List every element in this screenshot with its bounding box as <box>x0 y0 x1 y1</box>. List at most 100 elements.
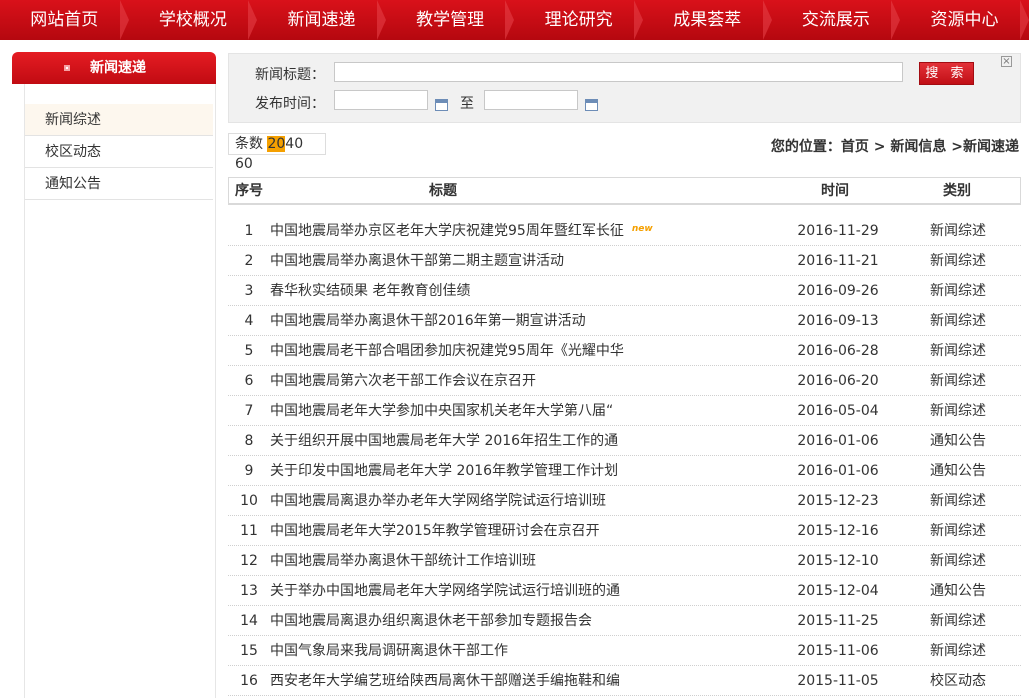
row-number: 3 <box>244 283 254 299</box>
square-bullet-icon <box>64 65 70 71</box>
nav-school-overview[interactable]: 学校概况 <box>129 0 258 40</box>
table-row: 4 中国地震局举办离退休干部2016年第一期宣讲活动 2016-09-13 新闻综述 <box>228 306 1021 336</box>
news-date: 2015-11-06 <box>797 643 879 659</box>
table-row: 2 中国地震局举办离退休干部第二期主题宣讲活动 2016-11-21 新闻综述 <box>228 246 1021 276</box>
news-title-link[interactable]: 中国地震局老干部合唱团参加庆祝建党95周年《光耀中华 <box>270 336 770 366</box>
news-date: 2016-09-26 <box>797 283 879 299</box>
table-row: 8 关于组织开展中国地震局老年大学 2016年招生工作的通 2016-01-06 通知… <box>228 426 1021 456</box>
news-date: 2016-01-06 <box>797 463 879 479</box>
table-row: 15 中国气象局来我局调研离退休干部工作 2015-11-06 新闻综述 <box>228 636 1021 666</box>
start-date-input[interactable] <box>334 90 428 110</box>
news-date: 2016-06-20 <box>797 373 879 389</box>
calendar-icon[interactable] <box>585 99 598 111</box>
news-title-link[interactable]: 中国地震局举办离退休干部第二期主题宣讲活动 <box>270 246 770 276</box>
table-row: 12 中国地震局举办离退休干部统计工作培训班 2015-12-10 新闻综述 <box>228 546 1021 576</box>
row-number: 6 <box>244 373 254 389</box>
news-date: 2015-12-23 <box>797 493 879 509</box>
news-date: 2015-12-10 <box>797 553 879 569</box>
row-number: 7 <box>244 403 254 419</box>
news-date: 2015-11-25 <box>797 613 879 629</box>
search-panel: 新闻标题： 发布时间： 至 搜 索 × <box>228 53 1021 123</box>
row-number: 5 <box>244 343 254 359</box>
end-date-input[interactable] <box>484 90 578 110</box>
breadcrumb: 您的位置：首页 > 新闻信息 >新闻速递 <box>770 139 1019 155</box>
nav-home[interactable]: 网站首页 <box>0 0 129 40</box>
column-category: 类别 <box>943 183 971 199</box>
news-title-link[interactable]: 关于印发中国地震局老年大学 2016年教学管理工作计划 <box>270 456 770 486</box>
news-title-link[interactable]: 中国地震局离退办组织离退休老干部参加专题报告会 <box>270 606 770 636</box>
news-date: 2015-12-16 <box>797 523 879 539</box>
news-title-link[interactable]: 关于举办中国地震局老年大学网络学院试运行培训班的通 <box>270 576 770 606</box>
table-row: 5 中国地震局老干部合唱团参加庆祝建党95周年《光耀中华 2016-06-28 新闻综… <box>228 336 1021 366</box>
row-number: 1 <box>244 223 254 239</box>
sidebar-item-campus-news[interactable]: 校区动态 <box>25 136 213 168</box>
page-size-option-40[interactable]: 40 <box>285 136 303 152</box>
news-date: 2016-05-04 <box>797 403 879 419</box>
column-title: 标题 <box>429 183 457 199</box>
calendar-icon[interactable] <box>435 99 448 111</box>
news-title-link[interactable]: 中国地震局离退办举办老年大学网络学院试运行培训班 <box>270 486 770 516</box>
nav-teaching[interactable]: 教学管理 <box>386 0 515 40</box>
table-row: 14 中国地震局离退办组织离退休老干部参加专题报告会 2015-11-25 新闻综述 <box>228 606 1021 636</box>
publish-date-label: 发布时间： <box>255 96 325 112</box>
table-row: 11 中国地震局老年大学2015年教学管理研讨会在京召开 2015-12-16 新闻综… <box>228 516 1021 546</box>
sidebar-title: 新闻速递 <box>90 60 146 76</box>
news-category: 新闻综述 <box>930 253 986 269</box>
row-number: 9 <box>244 463 254 479</box>
row-number: 12 <box>240 553 258 569</box>
sidebar-header: 新闻速递 <box>12 52 216 84</box>
column-no: 序号 <box>235 183 263 199</box>
news-title-link[interactable]: 中国地震局举办离退休干部2016年第一期宣讲活动 <box>270 306 770 336</box>
news-title-link[interactable]: 中国地震局举办京区老年大学庆祝建党95周年暨红军长征 <box>270 216 770 246</box>
news-title-link[interactable]: 中国地震局举办离退休干部统计工作培训班 <box>270 546 770 576</box>
page-size-option-20[interactable]: 20 <box>267 136 286 152</box>
page-size-selector: 条数 2040 60 <box>228 133 326 172</box>
table-row: 1 中国地震局举办京区老年大学庆祝建党95周年暨红军长征 new 2016-11-29… <box>228 216 1021 246</box>
row-number: 11 <box>240 523 258 539</box>
table-row: 7 中国地震局老年大学参加中央国家机关老年大学第八届“ 2016-05-04 新闻综述 <box>228 396 1021 426</box>
table-row: 3 春华秋实结硕果 老年教育创佳绩 2016-09-26 新闻综述 <box>228 276 1021 306</box>
row-number: 10 <box>240 493 258 509</box>
news-category: 新闻综述 <box>930 313 986 329</box>
table-row: 13 关于举办中国地震局老年大学网络学院试运行培训班的通 2015-12-04 通知公… <box>228 576 1021 606</box>
news-category: 校区动态 <box>930 673 986 689</box>
news-date: 2015-11-05 <box>797 673 879 689</box>
page-size-option-60[interactable]: 60 <box>235 156 253 172</box>
row-number: 15 <box>240 643 258 659</box>
news-title-input[interactable] <box>334 62 903 82</box>
sidebar-item-notices[interactable]: 通知公告 <box>25 168 213 200</box>
table-row: 16 西安老年大学编艺班给陕西局离休干部赠送手编拖鞋和编 2015-11-05 校区动… <box>228 666 1021 696</box>
news-title-link[interactable]: 西安老年大学编艺班给陕西局离休干部赠送手编拖鞋和编 <box>270 666 770 696</box>
nav-news[interactable]: 新闻速递 <box>257 0 386 40</box>
news-category: 通知公告 <box>930 583 986 599</box>
table-header: 序号 标题 时间 类别 <box>228 177 1021 205</box>
page-size-label: 条数 <box>235 136 263 152</box>
nav-theory[interactable]: 理论研究 <box>514 0 643 40</box>
row-number: 8 <box>244 433 254 449</box>
news-title-link[interactable]: 中国地震局老年大学2015年教学管理研讨会在京召开 <box>270 516 770 546</box>
news-title-link[interactable]: 中国气象局来我局调研离退休干部工作 <box>270 636 770 666</box>
sidebar-item-news-review[interactable]: 新闻综述 <box>25 104 213 136</box>
nav-resources[interactable]: 资源中心 <box>900 0 1029 40</box>
close-icon[interactable]: × <box>1001 56 1012 67</box>
news-category: 新闻综述 <box>930 343 986 359</box>
news-category: 新闻综述 <box>930 553 986 569</box>
row-number: 13 <box>240 583 258 599</box>
news-category: 新闻综述 <box>930 403 986 419</box>
top-nav: 网站首页 学校概况 新闻速递 教学管理 理论研究 成果荟萃 交流展示 资源中心 <box>0 0 1029 40</box>
news-category: 通知公告 <box>930 433 986 449</box>
news-title-link[interactable]: 中国地震局老年大学参加中央国家机关老年大学第八届“ <box>270 396 770 426</box>
news-category: 通知公告 <box>930 463 986 479</box>
nav-exchange[interactable]: 交流展示 <box>772 0 901 40</box>
nav-achievements[interactable]: 成果荟萃 <box>643 0 772 40</box>
search-button[interactable]: 搜 索 <box>919 62 974 85</box>
row-number: 2 <box>244 253 254 269</box>
news-title-link[interactable]: 中国地震局第六次老干部工作会议在京召开 <box>270 366 770 396</box>
news-title-link[interactable]: 春华秋实结硕果 老年教育创佳绩 <box>270 276 770 306</box>
news-date: 2016-06-28 <box>797 343 879 359</box>
news-category: 新闻综述 <box>930 373 986 389</box>
news-date: 2016-01-06 <box>797 433 879 449</box>
news-title-link[interactable]: 关于组织开展中国地震局老年大学 2016年招生工作的通 <box>270 426 770 456</box>
news-date: 2016-11-21 <box>797 253 879 269</box>
news-date: 2016-09-13 <box>797 313 879 329</box>
